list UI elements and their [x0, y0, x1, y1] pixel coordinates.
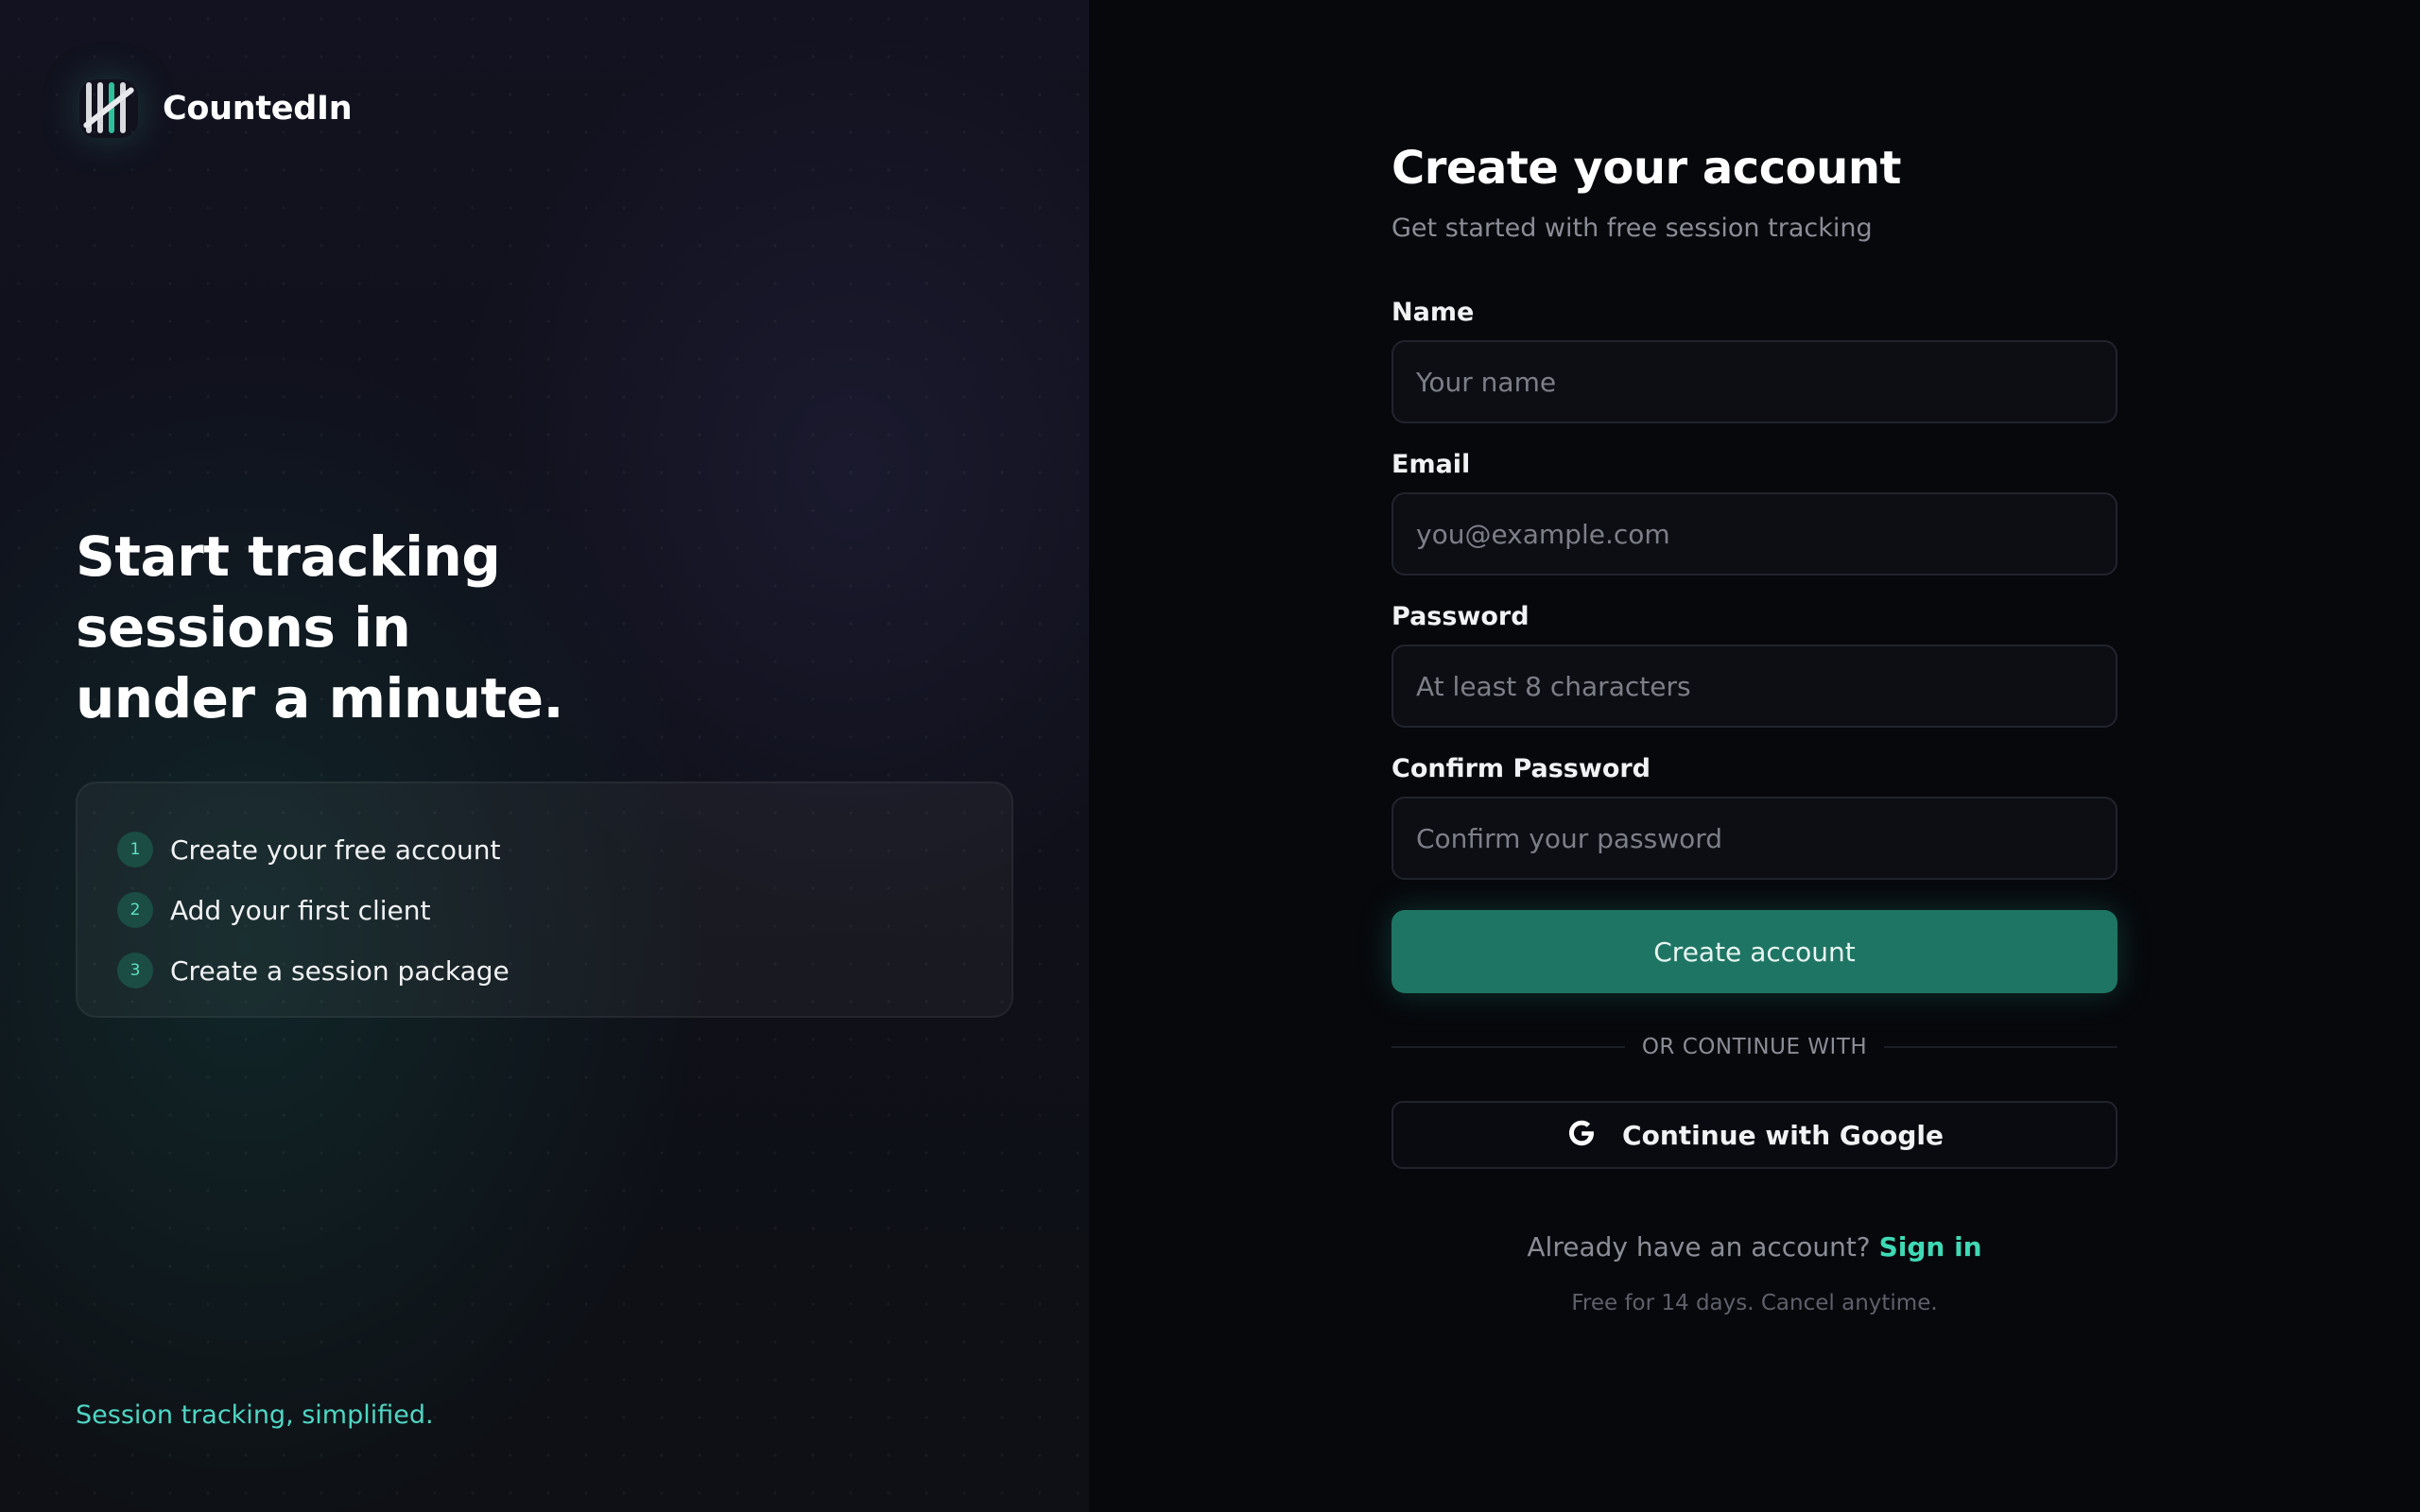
- right-panel: Create your account Get started with fre…: [1089, 0, 2420, 1512]
- signin-prompt-row: Already have an account? Sign in: [1392, 1231, 2118, 1263]
- google-signin-button[interactable]: Continue with Google: [1392, 1101, 2118, 1169]
- step-number-badge: 2: [117, 892, 153, 928]
- divider-text: OR CONTINUE WITH: [1641, 1035, 1868, 1059]
- password-input[interactable]: [1392, 644, 2118, 728]
- confirm-password-input[interactable]: [1392, 797, 2118, 880]
- email-label: Email: [1392, 450, 1471, 479]
- password-label: Password: [1392, 602, 1530, 631]
- left-panel: CountedIn Start tracking sessions in und…: [0, 0, 1089, 1512]
- headline-line: Start tracking: [76, 524, 501, 589]
- trial-note: Free for 14 days. Cancel anytime.: [1571, 1291, 1938, 1315]
- step-number-badge: 1: [117, 832, 153, 868]
- tagline: Session tracking, simplified.: [76, 1400, 434, 1430]
- signin-link[interactable]: Sign in: [1879, 1231, 1982, 1263]
- page-subtitle: Get started with free session tracking: [1392, 214, 1873, 243]
- divider-line: [1884, 1046, 2118, 1048]
- step-label: Create a session package: [170, 954, 510, 987]
- google-button-label: Continue with Google: [1622, 1119, 1944, 1151]
- tally-marks-icon: [74, 74, 144, 144]
- brand-name: CountedIn: [163, 90, 353, 128]
- step-label: Add your first client: [170, 894, 431, 926]
- signup-form: Create your account Get started with fre…: [1392, 142, 2118, 1315]
- headline-line: sessions in: [76, 595, 411, 660]
- name-input[interactable]: [1392, 340, 2118, 423]
- step-label: Create your free account: [170, 833, 501, 866]
- step-item: 2 Add your first client: [117, 880, 972, 940]
- hero-headline: Start tracking sessions in under a minut…: [76, 522, 567, 734]
- onboarding-steps-card: 1 Create your free account 2 Add your fi…: [76, 782, 1013, 1018]
- step-item: 1 Create your free account: [117, 819, 972, 880]
- create-account-button[interactable]: Create account: [1392, 910, 2118, 993]
- step-number-badge: 3: [117, 953, 153, 988]
- headline-line: under a minute.: [76, 666, 564, 730]
- name-label: Name: [1392, 298, 1475, 327]
- signin-prompt: Already have an account?: [1527, 1231, 1871, 1263]
- step-item: 3 Create a session package: [117, 940, 972, 1001]
- divider-line: [1392, 1046, 1625, 1048]
- confirm-password-label: Confirm Password: [1392, 754, 1651, 783]
- page-title: Create your account: [1392, 142, 1901, 195]
- email-input[interactable]: [1392, 492, 2118, 576]
- or-divider: OR CONTINUE WITH: [1392, 1035, 2118, 1059]
- brand[interactable]: CountedIn: [74, 74, 353, 144]
- google-icon: [1565, 1117, 1598, 1153]
